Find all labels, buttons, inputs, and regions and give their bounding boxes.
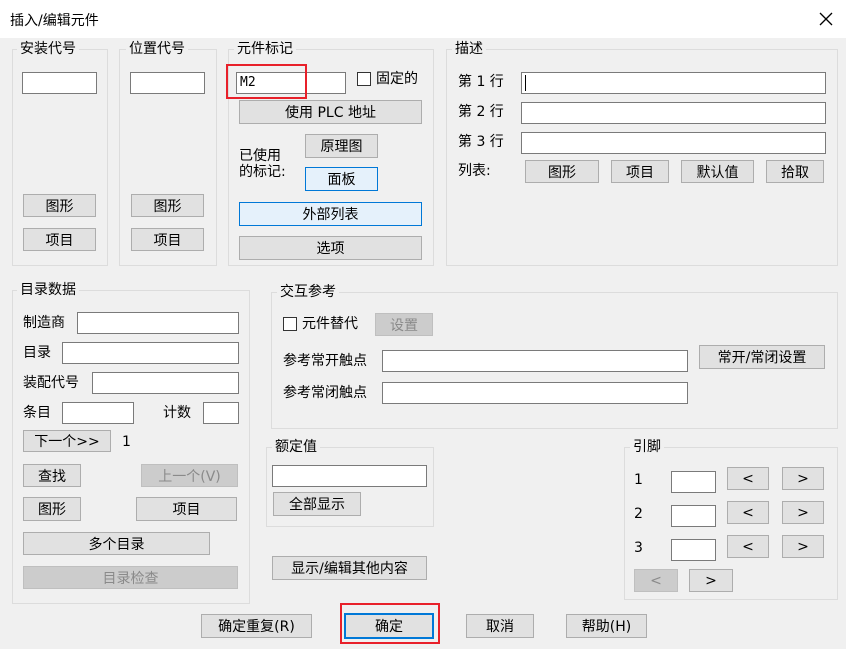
entry-label: 条目	[23, 405, 51, 421]
description-line-3-input[interactable]	[521, 132, 826, 154]
chevron-right-icon: >	[797, 504, 809, 521]
count-input[interactable]	[203, 402, 239, 424]
rating-input[interactable]	[272, 465, 427, 487]
catalog-graphic-button[interactable]: 图形	[23, 497, 81, 521]
fixed-checkbox[interactable]	[357, 72, 371, 86]
install-code-item-button[interactable]: 项目	[23, 228, 96, 251]
show-all-button[interactable]: 全部显示	[273, 492, 361, 516]
count-value: 1	[122, 434, 131, 450]
multiple-catalog-button[interactable]: 多个目录	[23, 532, 210, 555]
description-list-label: 列表:	[458, 163, 491, 179]
window-title: 插入/编辑元件	[10, 13, 99, 29]
description-legend: 描述	[452, 41, 486, 57]
close-icon	[819, 12, 833, 26]
no-contact-label: 参考常开触点	[283, 353, 367, 369]
install-code-graphic-button[interactable]: 图形	[23, 194, 96, 217]
no-contact-input[interactable]	[382, 350, 688, 372]
description-default-button[interactable]: 默认值	[681, 160, 754, 183]
pin-3-label: 3	[634, 540, 643, 556]
chevron-right-icon: >	[705, 572, 717, 589]
pin-2-input[interactable]	[671, 505, 716, 527]
external-list-button[interactable]: 外部列表	[239, 202, 422, 226]
catalog-legend: 目录数据	[17, 282, 79, 298]
assembly-code-input[interactable]	[92, 372, 239, 394]
xref-legend: 交互参考	[277, 284, 339, 300]
description-item-button[interactable]: 项目	[611, 160, 669, 183]
location-code-legend: 位置代号	[126, 41, 188, 57]
rating-legend: 额定值	[272, 439, 320, 455]
no-nc-setup-button[interactable]: 常开/常闭设置	[699, 345, 825, 369]
description-line-3-label: 第 3 行	[458, 134, 504, 150]
manufacturer-input[interactable]	[77, 312, 239, 334]
nc-contact-input[interactable]	[382, 382, 688, 404]
xref-setup-button[interactable]: 设置	[375, 313, 433, 336]
nc-contact-label: 参考常闭触点	[283, 385, 367, 401]
options-button[interactable]: 选项	[239, 236, 422, 260]
schematic-button[interactable]: 原理图	[305, 134, 378, 158]
pin-3-next-button[interactable]: >	[782, 535, 824, 558]
pin-1-prev-button[interactable]: <	[727, 467, 769, 490]
catalog-check-button[interactable]: 目录检查	[23, 566, 238, 589]
catalog-label: 目录	[23, 345, 51, 361]
substitute-checkbox[interactable]	[283, 317, 297, 331]
pin-3-input[interactable]	[671, 539, 716, 561]
substitute-label: 元件替代	[302, 316, 358, 332]
cancel-button[interactable]: 取消	[466, 614, 534, 638]
show-edit-other-button[interactable]: 显示/编辑其他内容	[272, 556, 427, 580]
ok-button-highlight	[340, 603, 440, 644]
description-line-1-input[interactable]	[521, 72, 826, 94]
previous-button[interactable]: 上一个(V)	[141, 464, 238, 487]
description-line-1-label: 第 1 行	[458, 74, 504, 90]
ok-repeat-button[interactable]: 确定重复(R)	[201, 614, 312, 638]
chevron-right-icon: >	[797, 538, 809, 555]
pins-prev-page-button[interactable]: <	[634, 569, 678, 592]
catalog-input[interactable]	[62, 342, 239, 364]
location-code-input[interactable]	[130, 72, 205, 94]
pin-1-next-button[interactable]: >	[782, 467, 824, 490]
description-line-2-input[interactable]	[521, 102, 826, 124]
pin-3-prev-button[interactable]: <	[727, 535, 769, 558]
entry-input[interactable]	[62, 402, 134, 424]
description-graphic-button[interactable]: 图形	[525, 160, 599, 183]
chevron-left-icon: <	[742, 470, 754, 487]
close-button[interactable]	[812, 6, 840, 32]
panel-button[interactable]: 面板	[305, 167, 378, 191]
used-tags-label: 已使用 的标记:	[239, 148, 286, 180]
pins-legend: 引脚	[630, 439, 664, 455]
count-label: 计数	[163, 405, 191, 421]
location-code-graphic-button[interactable]: 图形	[131, 194, 204, 217]
description-pick-button[interactable]: 拾取	[766, 160, 824, 183]
find-button[interactable]: 查找	[23, 464, 81, 487]
next-button[interactable]: 下一个>>	[23, 430, 111, 452]
description-line-2-label: 第 2 行	[458, 104, 504, 120]
text-caret	[525, 75, 526, 91]
assembly-code-label: 装配代号	[23, 375, 79, 391]
install-code-legend: 安装代号	[17, 41, 79, 57]
pin-2-prev-button[interactable]: <	[727, 501, 769, 524]
chevron-left-icon: <	[742, 504, 754, 521]
chevron-left-icon: <	[650, 572, 662, 589]
component-tag-highlight	[226, 64, 307, 99]
fixed-label: 固定的	[376, 71, 418, 87]
pin-2-next-button[interactable]: >	[782, 501, 824, 524]
chevron-right-icon: >	[797, 470, 809, 487]
chevron-left-icon: <	[742, 538, 754, 555]
component-tag-legend: 元件标记	[234, 41, 296, 57]
pins-next-page-button[interactable]: >	[689, 569, 733, 592]
use-plc-address-button[interactable]: 使用 PLC 地址	[239, 100, 422, 124]
location-code-item-button[interactable]: 项目	[131, 228, 204, 251]
help-button[interactable]: 帮助(H)	[566, 614, 647, 638]
title-bar	[0, 0, 846, 38]
manufacturer-label: 制造商	[23, 315, 65, 331]
pin-2-label: 2	[634, 506, 643, 522]
pin-1-label: 1	[634, 472, 643, 488]
pin-1-input[interactable]	[671, 471, 716, 493]
catalog-item-button[interactable]: 项目	[136, 497, 237, 521]
install-code-input[interactable]	[22, 72, 97, 94]
